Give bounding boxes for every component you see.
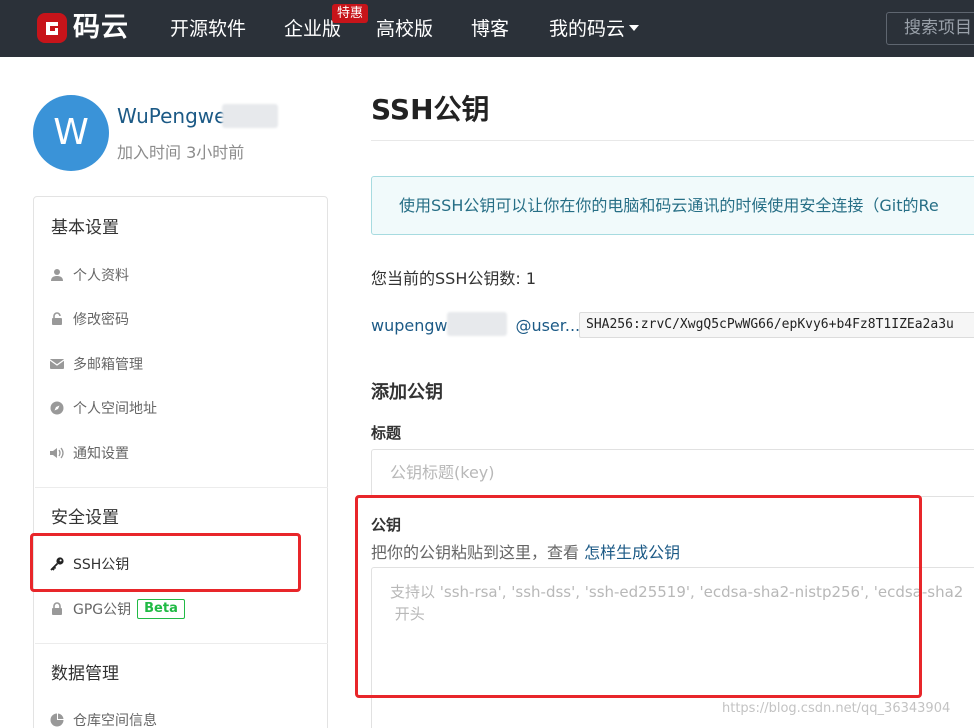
- section-title-security: 安全设置: [51, 508, 119, 528]
- sidebar-item-label: 修改密码: [73, 312, 129, 328]
- sidebar-item-gpg-keys[interactable]: GPG公钥 Beta: [49, 597, 185, 621]
- enterprise-promo-badge: 特惠: [332, 4, 369, 23]
- unlock-icon: [49, 311, 65, 327]
- section-title-basic: 基本设置: [51, 218, 119, 238]
- sidebar-item-label: 多邮箱管理: [73, 357, 143, 373]
- ssh-key-owner-host: @user....: [515, 316, 586, 335]
- avatar[interactable]: W: [33, 95, 109, 171]
- key-title-input[interactable]: 公钥标题(key): [371, 449, 974, 497]
- add-key-heading: 添加公钥: [371, 382, 443, 403]
- top-nav: 码云 开源软件 企业版 特惠 高校版 博客 我的码云 搜索项目: [0, 0, 974, 57]
- sidebar-item-label: 个人资料: [73, 268, 129, 284]
- compass-icon: [49, 400, 65, 416]
- ssh-key-fingerprint: SHA256:zrvC/XwgQ5cPwWG66/epKvy6+b4Fz8T1I…: [579, 312, 974, 338]
- section-title-data: 数据管理: [51, 664, 119, 684]
- redaction-blur: [447, 312, 507, 336]
- sidebar-item-label: 仓库空间信息: [73, 713, 157, 728]
- sidebar-item-emails[interactable]: 多邮箱管理: [49, 352, 143, 376]
- user-icon: [49, 267, 65, 283]
- lock-icon: [49, 601, 65, 617]
- ssh-key-owner-name: wupengwe: [371, 316, 458, 335]
- beta-badge: Beta: [137, 599, 185, 619]
- sidebar-item-password[interactable]: 修改密码: [49, 307, 129, 331]
- sidebar-item-repo-space[interactable]: 仓库空间信息: [49, 708, 157, 728]
- pie-chart-icon: [49, 712, 65, 728]
- nav-my-gitee[interactable]: 我的码云: [549, 17, 640, 41]
- divider: [35, 643, 328, 644]
- annotation-box-public-key: [355, 495, 922, 698]
- sidebar-item-label: 通知设置: [73, 446, 129, 462]
- page-title: SSH公钥: [371, 93, 490, 126]
- username-link[interactable]: WuPengwei: [117, 102, 232, 130]
- mail-icon: [49, 356, 65, 372]
- divider: [35, 487, 328, 488]
- volume-icon: [49, 445, 65, 461]
- sidebar-item-notifications[interactable]: 通知设置: [49, 441, 129, 465]
- settings-sidebar: 基本设置 个人资料 修改密码 多邮箱管理 个人空间地址 通知设置 安全设置 SS…: [33, 196, 328, 728]
- annotation-box-ssh-menu: [30, 533, 301, 592]
- gitee-logo-icon: [37, 13, 67, 43]
- join-time: 加入时间 3小时前: [117, 143, 245, 162]
- nav-my-gitee-label: 我的码云: [549, 18, 626, 40]
- sidebar-item-profile[interactable]: 个人资料: [49, 263, 129, 287]
- watermark: https://blog.csdn.net/qq_36343904: [722, 701, 951, 716]
- key-title-label: 标题: [371, 424, 402, 442]
- divider: [371, 140, 974, 141]
- nav-education[interactable]: 高校版: [376, 17, 433, 41]
- redaction-blur: [222, 104, 278, 128]
- logo-text: 码云: [73, 12, 129, 43]
- sidebar-item-space-address[interactable]: 个人空间地址: [49, 396, 157, 420]
- sidebar-item-label: 个人空间地址: [73, 401, 157, 417]
- ssh-key-count: 您当前的SSH公钥数: 1: [371, 269, 537, 288]
- nav-open-source[interactable]: 开源软件: [170, 17, 246, 41]
- nav-blog[interactable]: 博客: [471, 17, 509, 41]
- logo[interactable]: 码云: [36, 12, 129, 44]
- chevron-down-icon: [629, 24, 640, 31]
- info-message: 使用SSH公钥可以让你在你的电脑和码云通讯的时候使用安全连接（Git的Re: [371, 176, 974, 235]
- sidebar-item-label: GPG公钥: [73, 602, 132, 618]
- search-input[interactable]: 搜索项目: [886, 12, 974, 45]
